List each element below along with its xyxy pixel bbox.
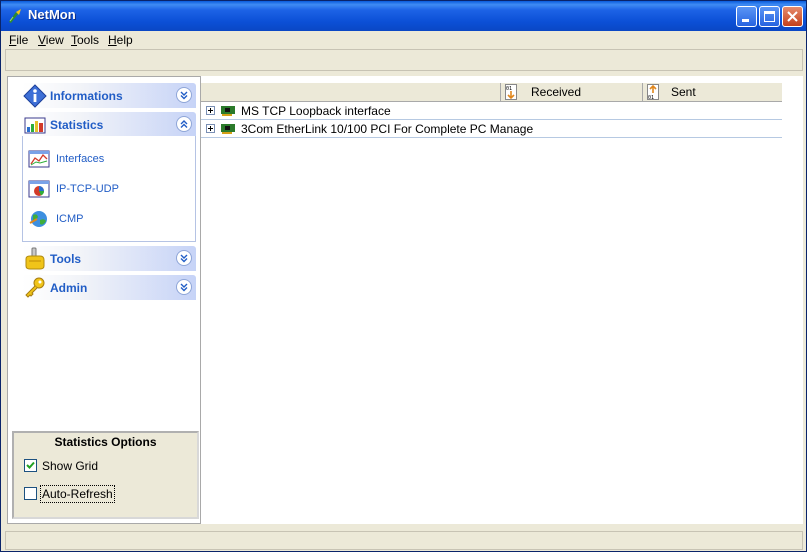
expand-plus-icon[interactable] <box>206 106 215 115</box>
network-card-icon <box>221 124 235 134</box>
group-admin[interactable]: Admin <box>22 275 196 300</box>
key-icon <box>25 277 45 298</box>
received-header-label: Received <box>531 85 582 99</box>
group-statistics[interactable]: Statistics <box>22 112 196 137</box>
group-tools[interactable]: Tools <box>22 246 196 271</box>
interface-label: 3Com EtherLink 10/100 PCI For Complete P… <box>241 122 534 136</box>
info-icon <box>23 84 47 108</box>
status-bar <box>5 531 803 550</box>
collapse-chevron-icon[interactable] <box>176 116 192 132</box>
sort-up-icon: 01 <box>647 84 659 100</box>
close-icon <box>787 11 798 22</box>
pie-chart-icon <box>28 180 50 198</box>
interfaces-tree-list: 01 Received 01 Sent MS TCP Loopback inte… <box>201 76 803 524</box>
column-sent[interactable]: 01 Sent <box>643 83 782 101</box>
minimize-button[interactable] <box>736 6 757 27</box>
column-received[interactable]: 01 Received <box>501 83 643 101</box>
statistics-options-panel: Statistics Options Show Grid Auto-Refres… <box>12 431 199 519</box>
network-card-icon <box>221 106 235 116</box>
group-tools-label: Tools <box>50 252 82 266</box>
maximize-button[interactable] <box>759 6 780 27</box>
menu-help[interactable]: Help <box>108 33 133 47</box>
icmp-label: ICMP <box>56 213 84 225</box>
interface-label: MS TCP Loopback interface <box>241 104 391 118</box>
menu-bar: File View Tools Help <box>1 31 806 49</box>
expand-chevron-icon[interactable] <box>176 279 192 295</box>
menu-file[interactable]: File <box>9 33 28 47</box>
group-informations-label: Informations <box>50 89 123 103</box>
menu-help-mnemonic: H <box>108 33 117 47</box>
globe-icon <box>29 211 47 227</box>
tree-row[interactable]: 3Com EtherLink 10/100 PCI For Complete P… <box>201 120 782 138</box>
menu-view-mnemonic: V <box>38 33 46 47</box>
menu-tools[interactable]: Tools <box>71 33 99 47</box>
gear-hand-icon <box>25 247 45 270</box>
menu-tools-label: ools <box>77 33 100 47</box>
app-window: NetMon File View Tools Help Informations <box>0 0 807 552</box>
ip-tcp-udp-label: IP-TCP-UDP <box>56 183 119 195</box>
line-chart-icon <box>28 150 50 168</box>
expand-plus-icon[interactable] <box>206 124 215 133</box>
statistics-items: Interfaces IP-TCP-UDP ICMP <box>22 136 196 242</box>
show-grid-label: Show Grid <box>42 459 99 473</box>
auto-refresh-label: Auto-Refresh <box>40 485 115 503</box>
title-bar[interactable]: NetMon <box>1 1 806 31</box>
auto-refresh-checkbox[interactable] <box>24 487 37 500</box>
maximize-icon <box>764 11 775 22</box>
netmon-app-icon <box>9 9 21 23</box>
options-title: Statistics Options <box>54 435 157 449</box>
expand-chevron-icon[interactable] <box>176 250 192 266</box>
sent-header-label: Sent <box>671 85 696 99</box>
menu-help-label: elp <box>116 33 133 47</box>
column-header: 01 Received 01 Sent <box>201 83 782 102</box>
checkmark-icon <box>26 461 35 469</box>
window-title: NetMon <box>28 7 76 22</box>
menu-view[interactable]: View <box>38 33 64 47</box>
column-name[interactable] <box>201 83 501 101</box>
close-button[interactable] <box>782 6 803 27</box>
svg-text:01: 01 <box>648 95 654 100</box>
group-informations[interactable]: Informations <box>22 83 196 108</box>
show-grid-checkbox[interactable] <box>24 459 37 472</box>
toolbar <box>5 49 803 71</box>
interfaces-label: Interfaces <box>56 153 105 165</box>
minimize-icon <box>742 19 749 22</box>
group-admin-label: Admin <box>50 281 88 295</box>
menu-file-label: ile <box>16 33 29 47</box>
tree-row[interactable]: MS TCP Loopback interface <box>201 102 782 120</box>
menu-view-label: iew <box>45 33 64 47</box>
sort-down-icon: 01 <box>505 84 517 100</box>
group-statistics-label: Statistics <box>50 118 104 132</box>
expand-chevron-icon[interactable] <box>176 87 192 103</box>
bar-chart-icon <box>24 117 46 134</box>
